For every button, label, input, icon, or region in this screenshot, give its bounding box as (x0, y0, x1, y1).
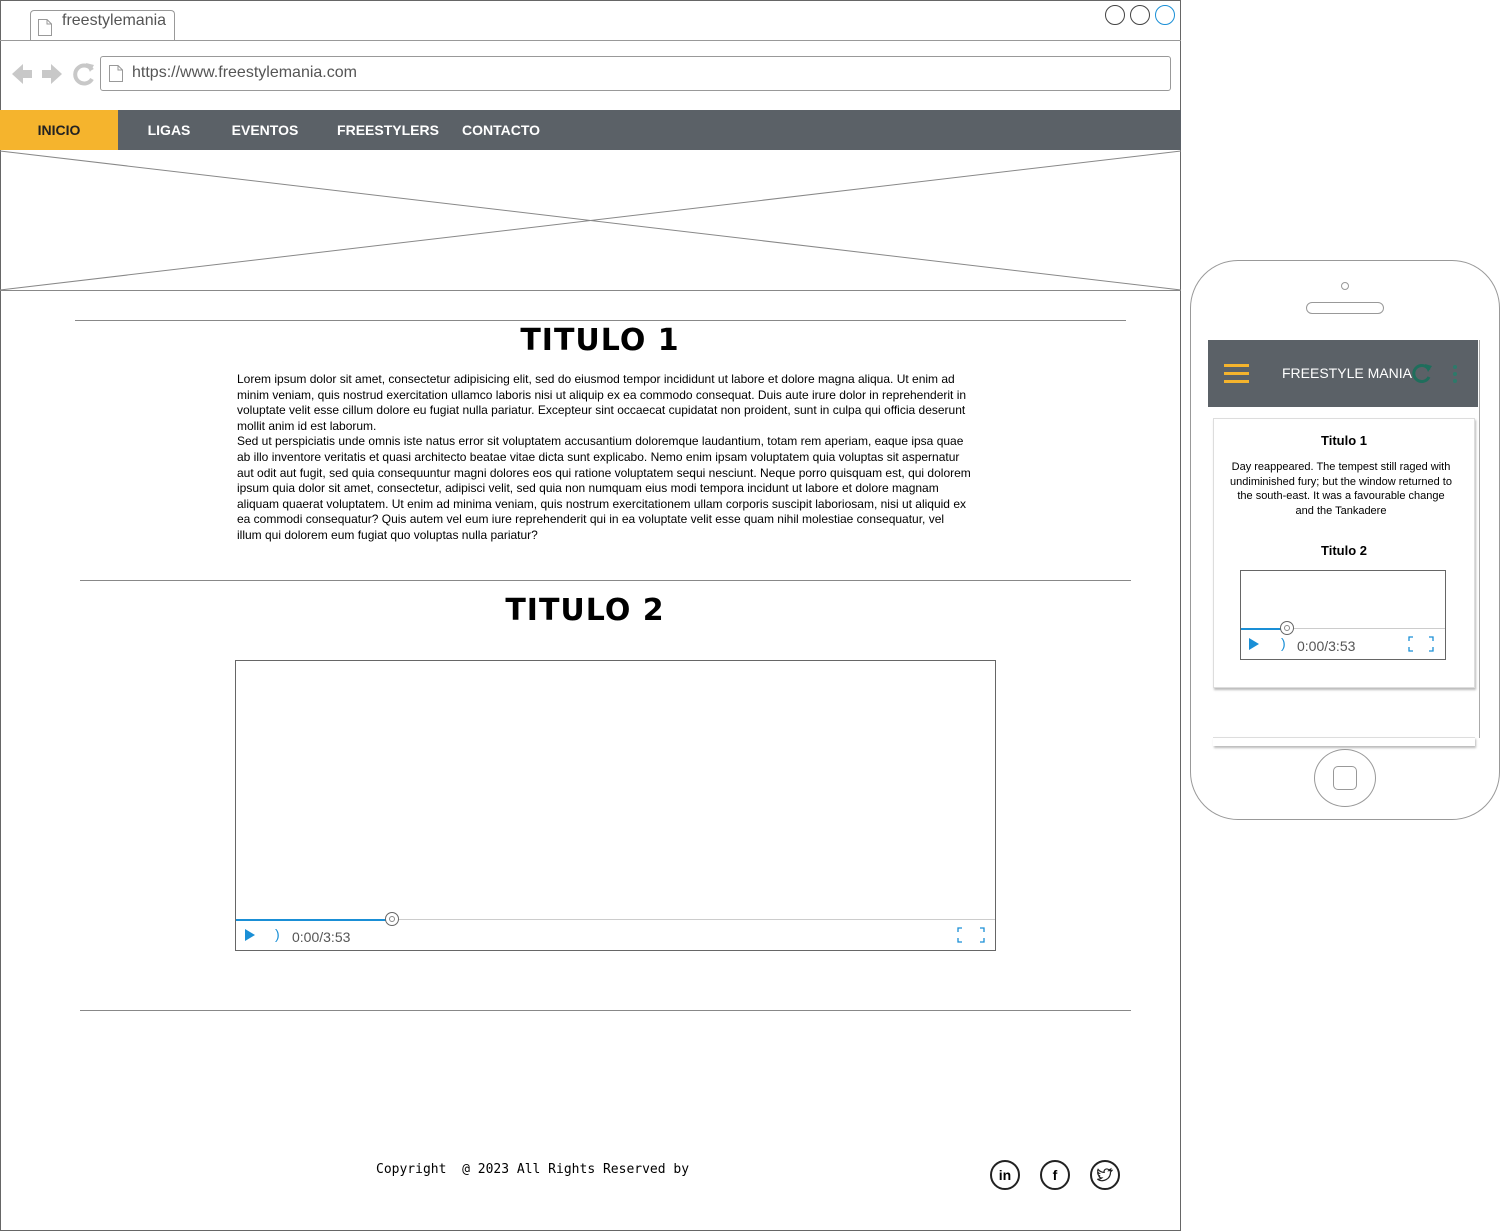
refresh-icon[interactable] (1411, 362, 1433, 384)
section2-title: TITULO 2 (505, 593, 665, 628)
phone-speaker (1306, 302, 1384, 314)
mobile-heading-2: Titulo 2 (1321, 543, 1367, 558)
video-progress (236, 919, 392, 921)
fullscreen-icon[interactable] (957, 927, 985, 943)
mobile-app-title: FREESTYLE MANIA (1282, 365, 1412, 381)
mobile-body-text: Day reappeared. The tempest still raged … (1230, 461, 1452, 517)
volume-icon[interactable]: ) (1281, 635, 1286, 651)
video-controls: ) 0:00/3:53 (236, 912, 995, 950)
tab-title: freestylemania (62, 12, 167, 29)
tab-divider (0, 40, 1181, 41)
play-icon[interactable] (1249, 638, 1259, 650)
linkedin-icon[interactable]: in (990, 1160, 1020, 1190)
mobile-content-card (1213, 737, 1475, 746)
nav-item-freestylers[interactable]: FREESTYLERS (333, 110, 443, 150)
hero-image-placeholder (0, 150, 1181, 291)
video-player[interactable]: ) 0:00/3:53 (235, 660, 996, 951)
nav-item-contacto[interactable]: CONTACTO (458, 110, 544, 150)
video-time: 0:00/3:53 (292, 929, 351, 945)
mobile-heading-1: Titulo 1 (1321, 433, 1367, 448)
play-icon[interactable] (245, 929, 255, 941)
url-text: https://www.freestylemania.com (132, 64, 357, 81)
seek-handle[interactable] (385, 912, 399, 926)
seek-handle[interactable] (1280, 621, 1294, 635)
copyright-text: Copyright @ 2023 All Rights Reserved by (376, 1162, 690, 1177)
nav-item-inicio[interactable]: INICIO (0, 110, 118, 150)
phone-home-button[interactable] (1314, 749, 1376, 807)
fullscreen-icon[interactable] (1408, 636, 1434, 652)
close-button[interactable] (1155, 5, 1175, 25)
more-options-icon[interactable] (1452, 365, 1458, 383)
video-controls: ) 0:00/3:53 (1241, 621, 1445, 659)
volume-icon[interactable]: ) (275, 926, 280, 942)
video-time: 0:00/3:53 (1297, 638, 1356, 654)
section1-title: TITULO 1 (520, 323, 680, 358)
browser-tab[interactable]: freestylemania (30, 10, 175, 40)
phone-camera (1341, 282, 1349, 290)
address-bar[interactable]: https://www.freestylemania.com (100, 56, 1171, 91)
back-icon[interactable] (12, 64, 32, 84)
paragraph: Sed ut perspiciatis unde omnis iste natu… (237, 434, 971, 542)
maximize-button[interactable] (1130, 5, 1150, 25)
browser-nav-controls (12, 63, 94, 86)
paragraph: Lorem ipsum dolor sit amet, consectetur … (237, 372, 967, 433)
reload-icon[interactable] (73, 63, 94, 86)
section1-body: Lorem ipsum dolor sit amet, consectetur … (237, 372, 972, 544)
mobile-video-player[interactable]: ) 0:00/3:53 (1240, 570, 1446, 660)
page-icon (109, 65, 123, 82)
forward-icon[interactable] (42, 64, 62, 84)
nav-item-eventos[interactable]: EVENTOS (225, 110, 305, 150)
section-divider (75, 320, 1126, 321)
page-icon (38, 19, 52, 36)
section-divider (80, 580, 1131, 581)
twitter-icon[interactable] (1090, 1160, 1120, 1190)
section-divider (80, 1010, 1131, 1011)
facebook-icon[interactable]: f (1040, 1160, 1070, 1190)
main-navbar: INICIO LIGAS EVENTOS FREESTYLERS CONTACT… (0, 110, 1181, 150)
minimize-button[interactable] (1105, 5, 1125, 25)
nav-item-ligas[interactable]: LIGAS (140, 110, 198, 150)
hamburger-menu-icon[interactable] (1224, 364, 1249, 384)
